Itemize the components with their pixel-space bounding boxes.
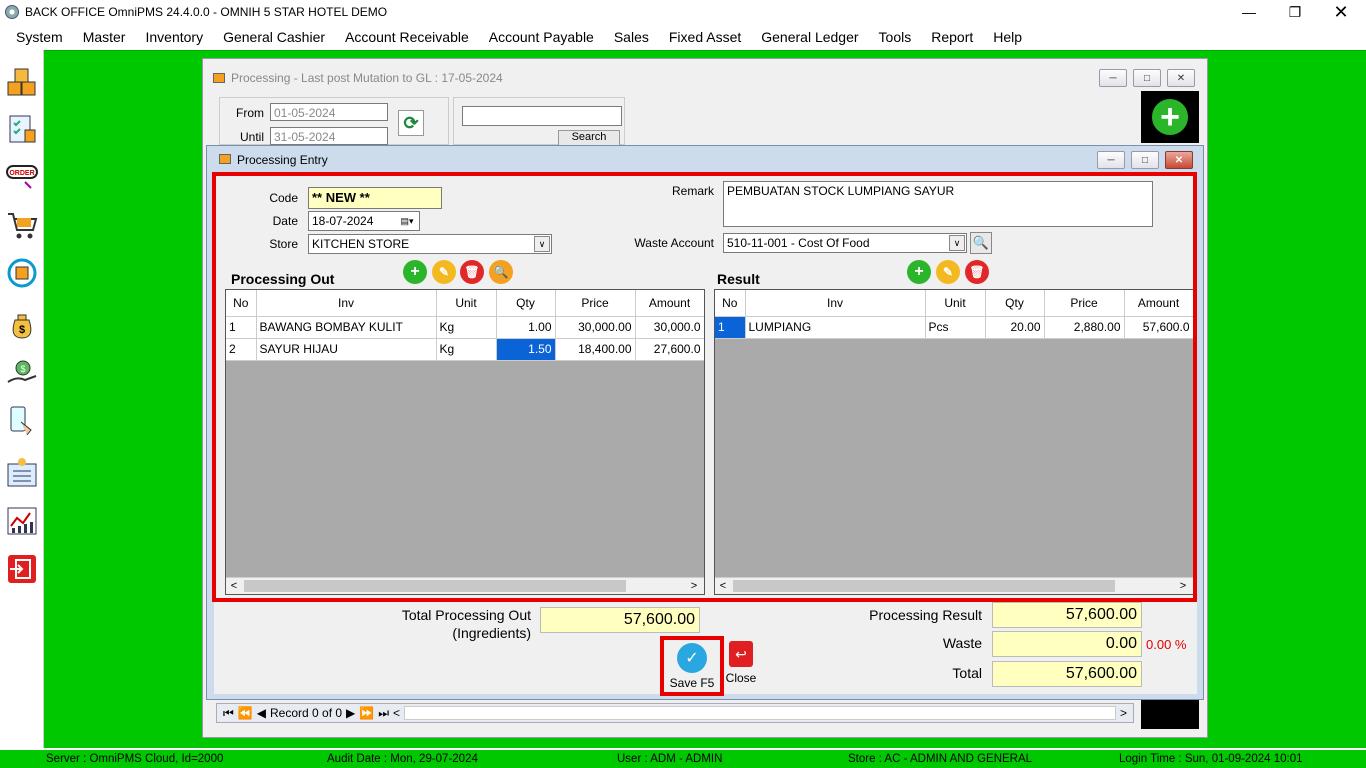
money-bag-icon[interactable]: $ xyxy=(4,306,40,344)
menu-bar: System Master Inventory General Cashier … xyxy=(0,24,1366,50)
menu-general-ledger[interactable]: General Ledger xyxy=(751,29,868,45)
dialog-maximize-button[interactable]: □ xyxy=(1131,151,1159,169)
title-bar: BACK OFFICE OmniPMS 24.4.0.0 - OMNIH 5 S… xyxy=(0,0,1366,24)
left-toolbar: ORDER $ $ xyxy=(0,50,44,748)
last-record-icon[interactable]: ⏭ xyxy=(378,706,389,721)
window-title: BACK OFFICE OmniPMS 24.4.0.0 - OMNIH 5 S… xyxy=(25,5,388,19)
svg-text:$: $ xyxy=(20,364,25,374)
status-login-time: Login Time : Sun, 01-09-2024 10:01 xyxy=(1119,753,1303,765)
restore-icon[interactable]: ❐ xyxy=(1272,0,1318,24)
exit-icon[interactable] xyxy=(4,550,40,588)
inventory-boxes-icon[interactable] xyxy=(4,62,40,100)
processing-result-label: Processing Result xyxy=(869,607,982,623)
window-app-icon xyxy=(213,73,225,83)
total-label: Total xyxy=(952,665,982,681)
prev-record-icon[interactable]: ◀ xyxy=(257,706,266,720)
menu-tools[interactable]: Tools xyxy=(869,29,922,45)
next-record-icon[interactable]: ▶ xyxy=(346,706,355,720)
dark-panel xyxy=(1141,699,1199,729)
search-input[interactable] xyxy=(462,106,622,126)
maximize-button[interactable]: □ xyxy=(1133,69,1161,87)
order-icon[interactable]: ORDER xyxy=(4,158,40,196)
total-field: 57,600.00 xyxy=(992,661,1142,687)
waste-label: Waste xyxy=(942,635,982,651)
dialog-close-button[interactable]: ✕ xyxy=(1165,151,1193,169)
status-store: Store : AC - ADMIN AND GENERAL xyxy=(848,753,1033,765)
close-icon[interactable]: ✕ xyxy=(1318,0,1364,24)
refresh-icon[interactable]: ⟳ xyxy=(398,110,424,136)
transfer-cycle-icon[interactable] xyxy=(4,254,40,292)
record-text: Record 0 of 0 xyxy=(270,706,343,720)
highlight-box xyxy=(212,172,1197,602)
status-server: Server : OmniPMS Cloud, Id=2000 xyxy=(46,753,224,765)
record-scrollbar[interactable] xyxy=(404,706,1116,720)
menu-general-cashier[interactable]: General Cashier xyxy=(213,29,335,45)
svg-text:ORDER: ORDER xyxy=(9,170,34,177)
close-label: Close xyxy=(725,671,757,685)
mobile-touch-icon[interactable] xyxy=(4,402,40,440)
from-label: From xyxy=(236,106,264,120)
status-audit-date: Audit Date : Mon, 29-07-2024 xyxy=(327,753,478,765)
processing-result-field: 57,600.00 xyxy=(992,602,1142,628)
save-label: Save F5 xyxy=(669,675,715,690)
minimize-button[interactable]: ─ xyxy=(1099,69,1127,87)
search-group: Search xyxy=(453,97,625,146)
total-processing-out-label: Total Processing Out xyxy=(401,607,531,623)
menu-inventory[interactable]: Inventory xyxy=(135,29,213,45)
first-record-icon[interactable]: ⏮ xyxy=(223,706,234,721)
waste-field: 0.00 xyxy=(992,631,1142,657)
menu-fixed-asset[interactable]: Fixed Asset xyxy=(659,29,751,45)
app-icon xyxy=(5,5,19,19)
next-page-icon[interactable]: ⏩ xyxy=(359,706,374,720)
until-label: Until xyxy=(239,130,264,144)
scroll-right-icon[interactable]: > xyxy=(1120,706,1127,720)
date-filter-group: From 01-05-2024 Until 31-05-2024 ⟳ xyxy=(219,97,449,145)
prev-page-icon[interactable]: ⏪ xyxy=(238,706,253,720)
processing-window-title: Processing - Last post Mutation to GL : … xyxy=(231,71,503,85)
menu-system[interactable]: System xyxy=(6,29,73,45)
status-user: User : ADM - ADMIN xyxy=(617,753,723,765)
ingredients-label: (Ingredients) xyxy=(452,625,531,641)
dialog-icon xyxy=(219,154,231,164)
cash-hand-icon[interactable]: $ xyxy=(4,354,40,392)
menu-account-receivable[interactable]: Account Receivable xyxy=(335,29,479,45)
record-navigator: ⏮ ⏪ ◀ Record 0 of 0 ▶ ⏩ ⏭ < > xyxy=(216,703,1134,723)
save-button[interactable]: ✓ Save F5 xyxy=(660,636,724,696)
menu-report[interactable]: Report xyxy=(921,29,983,45)
menu-master[interactable]: Master xyxy=(73,29,136,45)
total-processing-out-field: 57,600.00 xyxy=(540,607,700,633)
analytics-chart-icon[interactable] xyxy=(4,502,40,540)
checkmark-icon: ✓ xyxy=(677,642,707,673)
scroll-left-icon[interactable]: < xyxy=(393,706,400,720)
waste-percent: 0.00 % xyxy=(1146,637,1187,652)
search-button[interactable]: Search xyxy=(558,130,620,146)
menu-account-payable[interactable]: Account Payable xyxy=(479,29,604,45)
checklist-icon[interactable] xyxy=(4,110,40,148)
menu-sales[interactable]: Sales xyxy=(604,29,659,45)
status-bar: Server : OmniPMS Cloud, Id=2000 Audit Da… xyxy=(0,748,1366,768)
menu-help[interactable]: Help xyxy=(983,29,1032,45)
shopping-cart-icon[interactable] xyxy=(4,206,40,244)
dialog-title: Processing Entry xyxy=(237,152,328,167)
close-button[interactable]: ↩ Close xyxy=(724,641,758,691)
until-date-field[interactable]: 31-05-2024 xyxy=(270,127,388,145)
calendar-board-icon[interactable] xyxy=(4,454,40,492)
plus-icon: + xyxy=(1150,97,1190,137)
from-date-field[interactable]: 01-05-2024 xyxy=(270,103,388,121)
svg-text:$: $ xyxy=(19,324,25,336)
dialog-minimize-button[interactable]: ─ xyxy=(1097,151,1125,169)
close-button[interactable]: ✕ xyxy=(1167,69,1195,87)
minimize-icon[interactable]: — xyxy=(1226,0,1272,24)
exit-icon: ↩ xyxy=(729,641,753,667)
add-new-button[interactable]: + xyxy=(1141,91,1199,143)
